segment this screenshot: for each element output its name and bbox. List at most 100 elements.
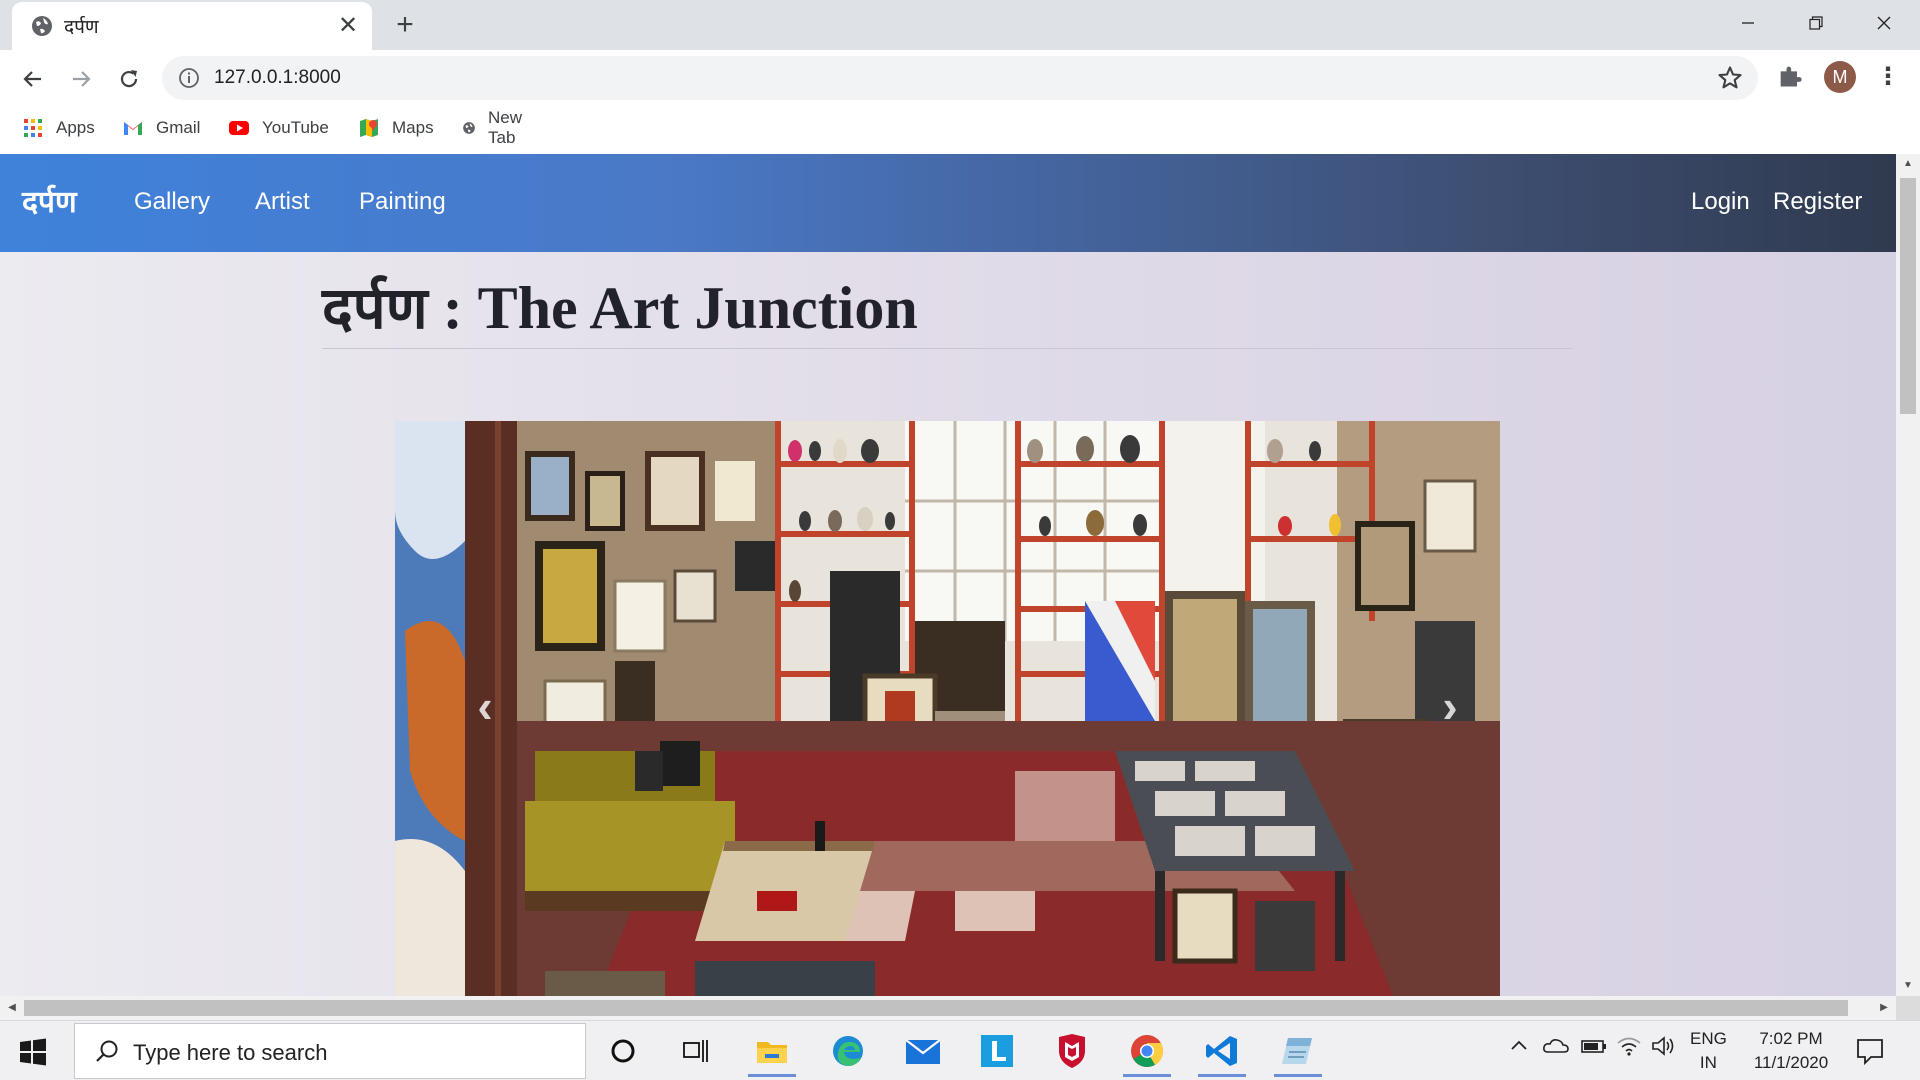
battery-icon[interactable] [1580,1035,1608,1062]
scroll-up-arrow-icon[interactable]: ▲ [1896,154,1920,174]
close-window-button[interactable] [1850,0,1918,44]
windows-start-icon[interactable] [16,1035,50,1069]
windows-taskbar: Type here to search ENG IN 7:02 PM 11/1/… [0,1020,1920,1080]
bookmark-new-tab[interactable]: New Tab [462,108,530,147]
onedrive-cloud-icon[interactable] [1542,1035,1570,1062]
address-bar[interactable]: 127.0.0.1:8000 [162,56,1758,100]
chevron-right-icon: › [1442,680,1458,732]
title-divider [322,348,1572,349]
notepad-icon [1282,1038,1312,1064]
bookmark-label: New Tab [488,108,523,147]
carousel-slide-image [395,421,1500,996]
page-viewport: दर्पण Gallery Artist Painting Login Regi… [0,154,1896,996]
taskbar-edge[interactable] [818,1025,878,1077]
new-tab-button[interactable]: + [388,8,422,42]
chevron-left-icon: ‹ [477,680,493,732]
page-title-text: : The Art Junction [427,275,918,341]
nav-gallery-link[interactable]: Gallery [134,188,210,216]
image-carousel[interactable]: ‹ › [395,421,1500,996]
language-indicator[interactable]: ENG IN [1690,1027,1727,1075]
back-button[interactable] [14,60,52,98]
page-title: दर्पण : The Art Junction [322,266,918,345]
globe-icon [463,122,475,134]
gmail-icon [124,122,142,135]
clock[interactable]: 7:02 PM 11/1/2020 [1746,1027,1836,1075]
nav-artist-link[interactable]: Artist [255,188,310,216]
l-app-icon [981,1035,1013,1067]
vscode-icon [1206,1036,1237,1066]
mcafee-shield-icon [1059,1034,1085,1068]
arrow-right-icon [73,71,91,87]
taskbar-mcafee[interactable] [1042,1025,1102,1077]
horizontal-scrollbar[interactable]: ◀ ▶ [0,996,1896,1020]
scroll-left-arrow-icon[interactable]: ◀ [0,996,24,1020]
browser-menu-icon[interactable]: ⋮ [1876,62,1900,92]
clock-time: 7:02 PM [1759,1029,1823,1048]
search-icon [96,1040,118,1062]
minimize-icon [1742,22,1754,24]
taskbar-mail[interactable] [893,1025,953,1077]
page-title-devanagari: दर्पण [322,274,428,342]
carousel-next-button[interactable]: › [1360,421,1500,996]
horizontal-scroll-thumb[interactable] [24,1000,1848,1016]
taskbar-search-box[interactable]: Type here to search [74,1023,586,1079]
cortana-circle-icon [611,1039,635,1063]
task-view-icon [683,1040,708,1062]
site-navbar: दर्पण Gallery Artist Painting Login Regi… [0,154,1896,252]
browser-tab[interactable]: दर्पण ✕ [12,2,372,50]
language-code: ENG [1690,1029,1727,1048]
bookmark-label: Maps [392,118,434,137]
bookmark-label: Gmail [156,118,201,137]
taskbar-chrome[interactable] [1117,1025,1177,1077]
carousel-prev-button[interactable]: ‹ [395,421,535,996]
nav-register-link[interactable]: Register [1773,188,1862,216]
scroll-down-arrow-icon[interactable]: ▼ [1896,976,1920,996]
nav-painting-link[interactable]: Painting [359,188,446,216]
edge-icon [833,1036,863,1066]
apps-grid-icon [24,119,42,137]
youtube-icon [229,121,249,135]
show-hidden-icons-chevron-icon[interactable] [1508,1035,1530,1062]
url-text[interactable]: 127.0.0.1:8000 [214,67,341,89]
bookmark-star-icon[interactable] [1716,64,1744,92]
volume-speaker-icon[interactable] [1650,1035,1676,1062]
tab-strip: दर्पण ✕ + [0,0,1920,50]
chrome-icon [1131,1035,1164,1068]
taskbar-notepad[interactable] [1268,1025,1328,1077]
site-brand-link[interactable]: दर्पण [22,180,77,221]
restore-button[interactable] [1782,0,1850,44]
forward-button[interactable] [62,60,100,98]
bookmark-gmail[interactable]: Gmail [122,116,200,140]
extensions-puzzle-icon[interactable] [1776,62,1804,90]
scrollbar-corner [1896,996,1920,1020]
taskbar-file-explorer[interactable] [742,1025,802,1077]
bookmark-label: Apps [56,118,95,137]
tab-title: दर्पण [64,16,99,38]
wifi-icon[interactable] [1616,1035,1642,1062]
bookmark-youtube[interactable]: YouTube [228,116,329,140]
search-placeholder: Type here to search [133,1040,328,1065]
close-tab-icon[interactable]: ✕ [332,10,364,42]
vertical-scrollbar[interactable]: ▲ ▼ [1896,154,1920,996]
folder-icon [757,1042,787,1063]
task-view-button[interactable] [666,1025,726,1077]
notification-center-icon[interactable] [1854,1035,1886,1067]
reload-icon [120,70,138,88]
vertical-scroll-thumb[interactable] [1900,178,1916,414]
reload-button[interactable] [110,60,148,98]
clock-date: 11/1/2020 [1753,1053,1829,1072]
scroll-right-arrow-icon[interactable]: ▶ [1872,996,1896,1020]
bookmark-apps[interactable]: Apps [22,116,95,140]
close-icon [1877,16,1891,30]
cortana-button[interactable] [593,1025,653,1077]
bookmark-maps[interactable]: Maps [358,116,434,140]
region-code: IN [1699,1053,1717,1072]
nav-login-link[interactable]: Login [1691,188,1750,216]
taskbar-l-app[interactable] [967,1025,1027,1077]
taskbar-vscode[interactable] [1192,1025,1252,1077]
profile-avatar[interactable]: M [1824,61,1856,93]
bookmark-label: YouTube [262,118,329,137]
info-icon[interactable] [178,67,200,89]
maps-icon [360,119,378,137]
minimize-button[interactable] [1714,0,1782,44]
